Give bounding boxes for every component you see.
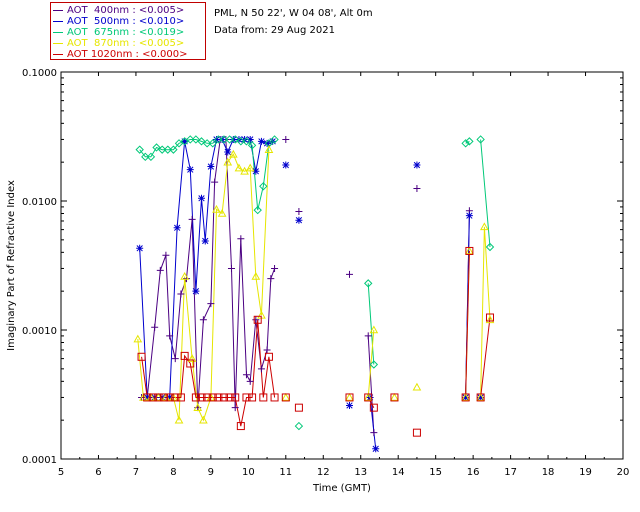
data-point: [267, 275, 275, 283]
data-point: [201, 237, 209, 245]
data-point: [263, 346, 271, 354]
data-point: [282, 135, 290, 143]
data-point: [156, 266, 164, 274]
data-point: [295, 216, 303, 224]
x-tick-label: 20: [617, 467, 630, 478]
data-point: [295, 207, 303, 215]
data-point: [294, 421, 304, 431]
series-line: [465, 250, 470, 398]
data-point: [364, 332, 372, 340]
x-tick-label: 19: [579, 467, 592, 478]
x-tick-label: 12: [317, 467, 330, 478]
x-tick-label: 16: [467, 467, 480, 478]
data-point: [345, 401, 353, 409]
data-point: [162, 251, 170, 259]
data-point: [224, 148, 232, 156]
x-tick-label: 14: [392, 467, 405, 478]
data-point: [136, 244, 144, 252]
x-tick-label: 7: [133, 467, 139, 478]
x-tick-label: 10: [242, 467, 255, 478]
data-point: [413, 161, 421, 169]
chart: 5 6 7 8 9 10 11 12 13 14 15 16 17 18 19 20 0.0001 0.0010 0…: [6, 68, 630, 494]
x-tick-label: 17: [504, 467, 517, 478]
data-point: [282, 161, 290, 169]
y-tick-label: 0.0010: [22, 326, 57, 337]
data-point: [186, 166, 194, 174]
x-tick-label: 13: [354, 467, 367, 478]
data-point: [242, 371, 250, 379]
x-tick-label: 15: [429, 467, 442, 478]
data-point: [198, 194, 205, 202]
x-tick-label: 11: [279, 467, 292, 478]
x-tick-label: 18: [542, 467, 555, 478]
data-point: [257, 365, 265, 373]
data-point: [390, 392, 399, 401]
x-tick-label: 5: [58, 467, 64, 478]
series-line: [139, 139, 275, 211]
y-tick-label: 0.0001: [22, 455, 57, 466]
data-point: [173, 224, 181, 232]
x-tick-label: 8: [170, 467, 176, 478]
x-tick-label: 9: [208, 467, 214, 478]
data-point: [370, 429, 378, 437]
y-tick-label: 0.0100: [22, 197, 57, 208]
x-axis-label: Time (GMT): [312, 483, 371, 494]
data-point: [413, 184, 421, 192]
data-point: [211, 178, 219, 186]
data-point: [412, 428, 421, 437]
data-point: [207, 163, 215, 171]
data-point: [171, 355, 179, 363]
data-point: [192, 287, 200, 295]
x-tick-label: 6: [95, 467, 101, 478]
data-point: [294, 403, 303, 412]
data-point: [412, 382, 422, 391]
data-point: [465, 212, 473, 220]
data-point: [281, 392, 291, 401]
data-point: [188, 215, 196, 223]
data-point: [271, 264, 279, 272]
data-point: [151, 323, 159, 331]
data-point: [345, 392, 354, 401]
series-line: [480, 226, 491, 398]
y-axis-label: Imaginary Part of Refractive Index: [6, 180, 17, 351]
data-point: [345, 270, 353, 278]
series-line: [480, 139, 491, 248]
data-point: [237, 235, 245, 243]
y-tick-label: 0.1000: [22, 68, 57, 79]
data-point: [372, 445, 380, 453]
data-point: [199, 316, 207, 324]
data-point: [227, 264, 235, 272]
